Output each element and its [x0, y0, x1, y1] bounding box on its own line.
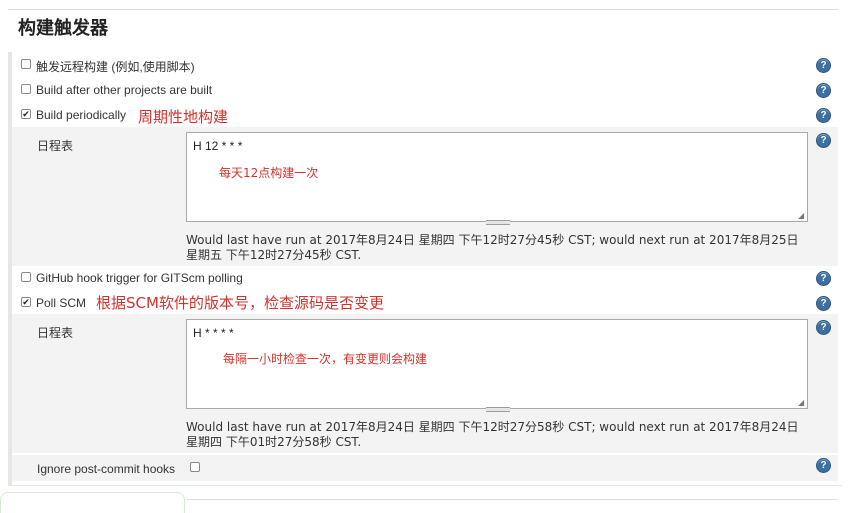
resize-grip-icon[interactable]: ◢ — [798, 399, 806, 407]
after-other-label: Build after other projects are built — [36, 83, 213, 97]
help-icon[interactable]: ? — [816, 108, 831, 123]
periodic-schedule-value: H 12 * * * — [193, 139, 243, 153]
periodic-schedule-panel: 日程表 H 12 * * * 每天12点构建一次 ◢ ? Would last … — [12, 127, 838, 266]
github-hook-label: GitHub hook trigger for GITScm polling — [36, 271, 243, 285]
next-section-tab[interactable] — [0, 492, 185, 513]
bottom-divider — [187, 499, 837, 500]
textarea-grip-icon[interactable] — [486, 407, 510, 412]
ignore-post-commit-row: Ignore post-commit hooks ? — [12, 455, 838, 481]
section-title: 构建触发器 — [18, 18, 108, 39]
help-icon[interactable]: ? — [816, 458, 831, 473]
help-icon[interactable]: ? — [816, 58, 831, 73]
poll-run-info: Would last have run at 2017年8月24日 星期四 下午… — [186, 420, 799, 449]
periodically-annotation: 周期性地构建 — [138, 108, 229, 126]
periodically-label: Build periodically — [36, 108, 127, 122]
help-icon[interactable]: ? — [816, 296, 831, 311]
periodic-schedule-note: 每天12点构建一次 — [219, 166, 319, 180]
resize-grip-icon[interactable]: ◢ — [798, 212, 806, 220]
periodic-run-info: Would last have run at 2017年8月24日 星期四 下午… — [186, 233, 799, 262]
poll-schedule-label: 日程表 — [37, 326, 74, 340]
help-icon[interactable]: ? — [816, 271, 831, 286]
poll-schedule-textarea[interactable]: H * * * * 每隔一小时检查一次，有变更则会构建 ◢ — [186, 319, 808, 412]
poll-scm-checkbox[interactable]: ✔ — [21, 297, 31, 307]
textarea-grip-icon[interactable] — [486, 220, 510, 225]
ignore-post-commit-label: Ignore post-commit hooks — [37, 462, 176, 476]
poll-scm-annotation: 根据SCM软件的版本号，检查源码是否变更 — [96, 294, 384, 312]
periodic-schedule-textarea[interactable]: H 12 * * * 每天12点构建一次 ◢ — [186, 132, 808, 225]
poll-schedule-value: H * * * * — [193, 326, 234, 340]
trigger-row-remote: 触发远程构建 (例如,使用脚本) ? — [12, 52, 838, 76]
remote-trigger-label: 触发远程构建 (例如,使用脚本) — [36, 60, 195, 74]
trigger-row-github-hook: GitHub hook trigger for GITScm polling ? — [12, 265, 838, 289]
trigger-row-poll-scm: ✔ Poll SCM 根据SCM软件的版本号，检查源码是否变更 ? — [12, 290, 838, 314]
poll-scm-label: Poll SCM — [36, 296, 87, 310]
poll-schedule-panel: 日程表 H * * * * 每隔一小时检查一次，有变更则会构建 ◢ ? Woul… — [12, 314, 838, 453]
help-icon[interactable]: ? — [816, 83, 831, 98]
top-divider — [8, 9, 838, 10]
trigger-row-after-other: Build after other projects are built ? — [12, 77, 838, 101]
after-other-checkbox[interactable] — [21, 84, 31, 94]
remote-trigger-checkbox[interactable] — [21, 59, 31, 69]
periodically-checkbox[interactable]: ✔ — [21, 109, 31, 119]
github-hook-checkbox[interactable] — [21, 272, 31, 282]
ignore-post-commit-checkbox[interactable] — [190, 462, 200, 472]
poll-schedule-note: 每隔一小时检查一次，有变更则会构建 — [223, 352, 428, 366]
help-icon[interactable]: ? — [816, 320, 831, 335]
periodic-schedule-label: 日程表 — [37, 139, 74, 153]
trigger-row-periodically: ✔ Build periodically 周期性地构建 ? — [12, 102, 838, 126]
help-icon[interactable]: ? — [816, 133, 831, 148]
